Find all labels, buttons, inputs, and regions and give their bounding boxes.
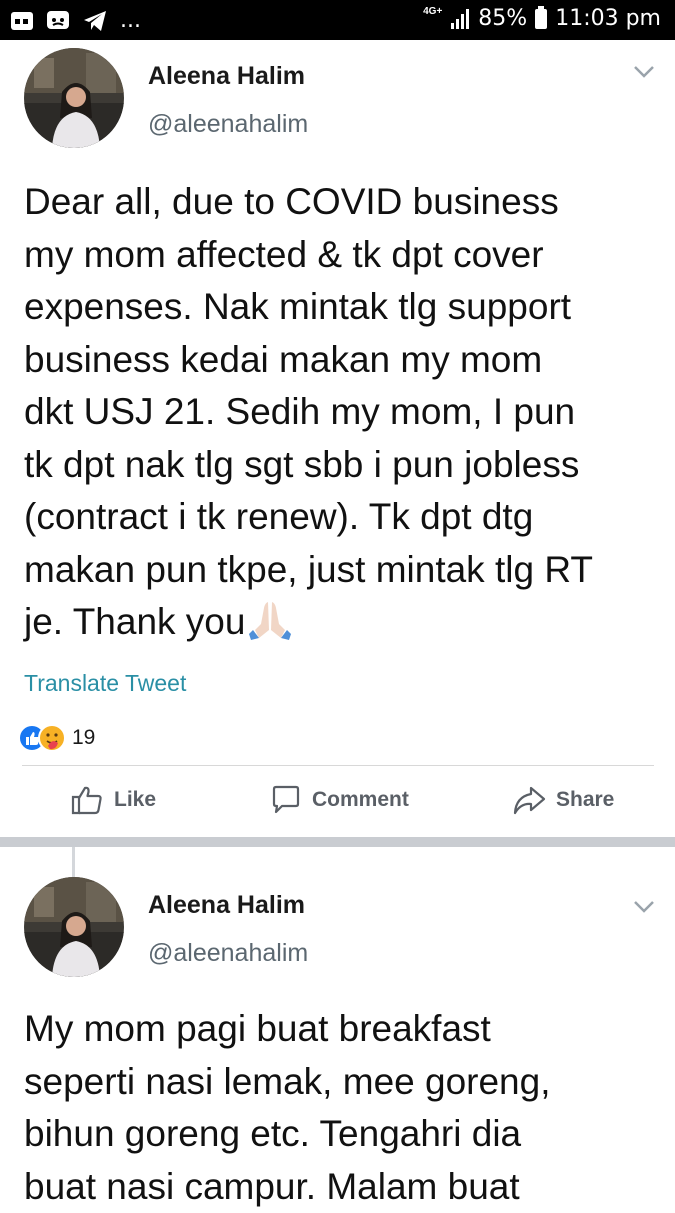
author-handle[interactable]: @aleenahalim [148,110,308,139]
battery-percentage: 85% [478,6,527,31]
telegram-icon [82,10,108,32]
care-reaction-icon [38,724,66,752]
tweet-line: buat nasi campur. Malam buat [24,1161,654,1213]
tweet-line: My mom pagi buat breakfast [24,1003,654,1056]
author-name[interactable]: Aleena Halim [148,891,305,920]
tweet-line: my mom affected & tk dpt cover [24,229,654,282]
share-button[interactable]: Share [512,784,614,816]
chevron-down-icon[interactable] [632,64,656,80]
chevron-down-icon[interactable] [632,899,656,915]
more-notifications: ... [120,8,141,33]
photo-notification-icon [10,10,34,32]
post-separator [0,837,675,847]
signal-icon [450,9,470,29]
tweet-line: dkt USJ 21. Sedih my mom, I pun [24,386,654,439]
tweet-line: bihun goreng etc. Tengahri dia [24,1108,654,1161]
author-name[interactable]: Aleena Halim [148,62,305,91]
like-label: Like [114,788,156,812]
share-icon [512,784,546,816]
avatar[interactable] [24,48,124,148]
share-label: Share [556,788,614,812]
like-button[interactable]: Like [70,784,156,816]
status-bar: ... 4G+ 85% 11:03 pm [0,0,675,40]
thumbs-up-icon [70,784,104,816]
reactions-summary[interactable]: 19 [18,724,95,752]
tweet-line: makan pun tkpe, just mintak tlg RT [24,544,654,597]
battery-icon [535,9,547,29]
tweet-line: expenses. Nak mintak tlg support [24,281,654,334]
tweet-text: My mom pagi buat breakfast seperti nasi … [24,1003,654,1213]
notification-icons: ... [10,8,141,33]
comment-label: Comment [312,788,409,812]
tweet-text: Dear all, due to COVID business my mom a… [24,176,654,649]
author-handle[interactable]: @aleenahalim [148,939,308,968]
reaction-count: 19 [72,726,95,750]
avatar[interactable] [24,877,124,977]
tweet-line: Dear all, due to COVID business [24,176,654,229]
tweet-line: business kedai makan my mom [24,334,654,387]
clock: 11:03 pm [555,6,661,31]
network-type: 4G+ [423,7,442,17]
tweet-line: (contract i tk renew). Tk dpt dtg [24,491,654,544]
tweet-line: je. Thank you [24,601,245,642]
comment-button[interactable]: Comment [270,784,409,816]
tweet-line: seperti nasi lemak, mee goreng, [24,1056,654,1109]
translate-tweet-link[interactable]: Translate Tweet [24,670,186,697]
folded-hands-emoji-icon [247,598,293,640]
comment-icon [270,784,302,816]
tweet-card: Aleena Halim @aleenahalim My mom pagi bu… [0,847,675,1200]
tweet-line: tk dpt nak tlg sgt sbb i pun jobless [24,439,654,492]
tweet-card: Aleena Halim @aleenahalim Dear all, due … [0,40,675,836]
message-notification-icon [46,10,70,32]
divider [22,765,654,766]
